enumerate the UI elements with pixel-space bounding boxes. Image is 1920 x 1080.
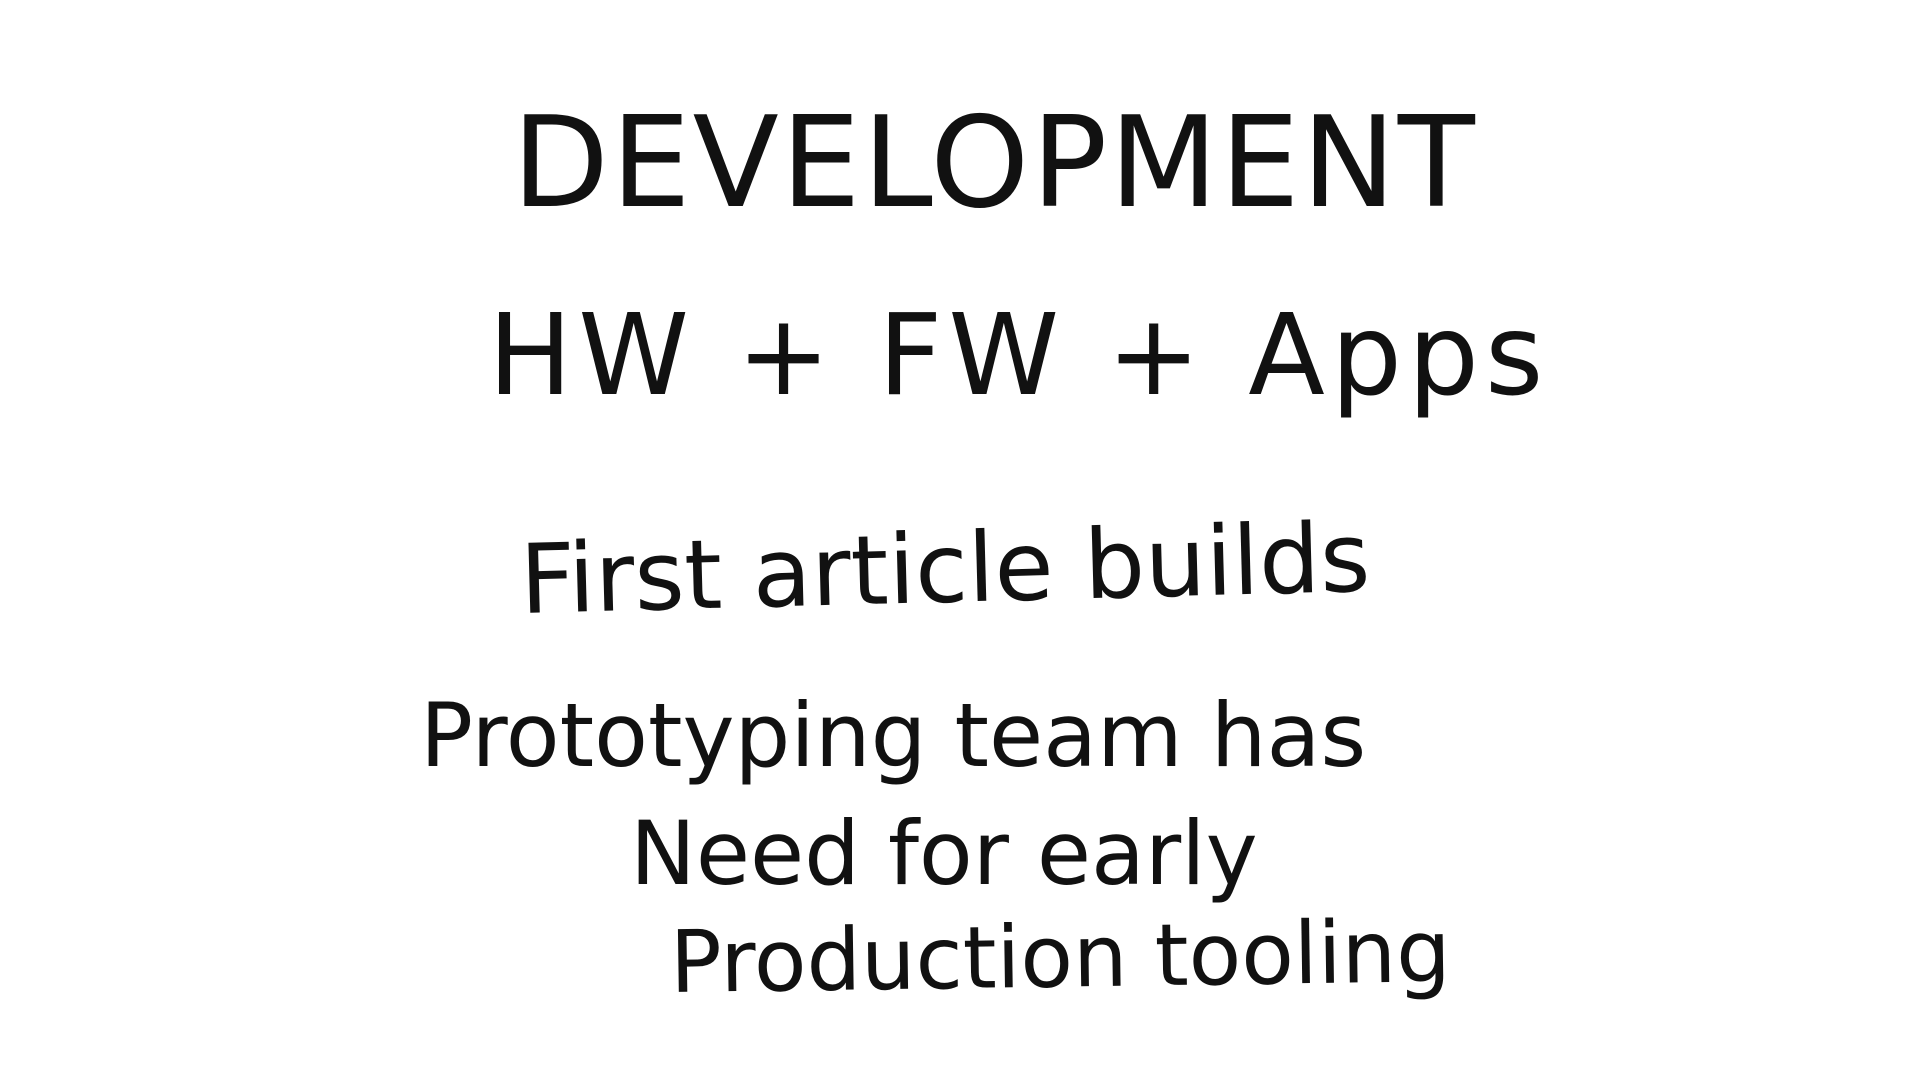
handwritten-line-hw-fw-apps: HW + FW + Apps xyxy=(488,291,1550,421)
handwritten-line-production-tooling: Production tooling xyxy=(669,902,1452,1013)
slide-title: DEVELOPMENT xyxy=(512,89,1477,236)
slide-canvas: DEVELOPMENT HW + FW + Apps First article… xyxy=(0,0,1920,1080)
handwritten-line-need-for-early: Need for early xyxy=(630,802,1258,905)
handwritten-line-first-article-builds: First article builds xyxy=(518,501,1372,636)
handwritten-line-prototyping-team: Prototyping team has xyxy=(420,684,1367,787)
